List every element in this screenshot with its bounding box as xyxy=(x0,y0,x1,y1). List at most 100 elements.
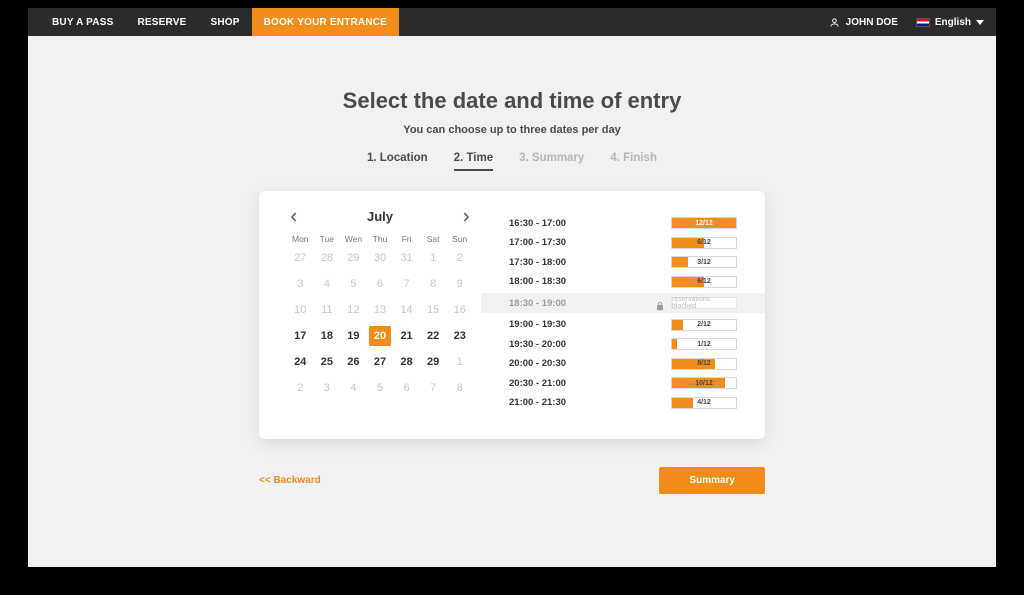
slot-time-label: 17:30 - 18:00 xyxy=(509,257,566,268)
time-slot: 19:00 - 19:30 2/12 xyxy=(509,317,737,333)
slot-availability-button[interactable]: 6/12 xyxy=(671,276,737,288)
calendar-day[interactable]: 29 xyxy=(422,352,444,372)
calendar-day: 7 xyxy=(396,274,418,294)
lock-icon xyxy=(655,298,665,308)
calendar-day: 8 xyxy=(422,274,444,294)
calendar-day: 4 xyxy=(316,274,338,294)
next-month-button[interactable] xyxy=(459,210,473,224)
dow-label: Wen xyxy=(340,234,367,244)
slot-availability-button[interactable]: 1/12 xyxy=(671,338,737,350)
slot-availability-label: 12/12 xyxy=(672,220,736,227)
slot-availability-button[interactable]: 4/12 xyxy=(671,397,737,409)
slot-availability-label: 3/12 xyxy=(672,259,736,266)
step-summary: 3. Summary xyxy=(519,152,584,171)
nav-item-book-your-entrance[interactable]: BOOK YOUR ENTRANCE xyxy=(252,8,399,36)
calendar-day[interactable]: 26 xyxy=(342,352,364,372)
calendar-day: 27 xyxy=(289,248,311,268)
back-button[interactable]: << Backward xyxy=(259,475,321,486)
calendar-day: 7 xyxy=(422,378,444,398)
page-title: Select the date and time of entry xyxy=(343,88,682,114)
time-slot: 17:00 - 17:30 6/12 xyxy=(509,235,737,251)
slot-time-label: 19:00 - 19:30 xyxy=(509,319,566,330)
time-slot: 18:00 - 18:30 6/12 xyxy=(509,274,737,290)
slot-availability-label: 8/12 xyxy=(672,360,736,367)
slot-availability-button[interactable]: 8/12 xyxy=(671,358,737,370)
calendar-day[interactable]: 19 xyxy=(342,326,364,346)
slot-availability-label: 4/12 xyxy=(672,399,736,406)
slot-time-label: 18:30 - 19:00 xyxy=(509,298,566,309)
summary-button[interactable]: Summary xyxy=(659,467,765,494)
calendar-day[interactable]: 25 xyxy=(316,352,338,372)
language-selector[interactable]: English xyxy=(916,17,984,28)
dow-label: Sat xyxy=(420,234,447,244)
calendar-day: 6 xyxy=(396,378,418,398)
slot-availability-label: 6/12 xyxy=(672,239,736,246)
slot-time-label: 17:00 - 17:30 xyxy=(509,237,566,248)
time-slot: 17:30 - 18:00 3/12 xyxy=(509,254,737,270)
step-location[interactable]: 1. Location xyxy=(367,152,428,171)
calendar-day: 9 xyxy=(449,274,471,294)
calendar-day: 31 xyxy=(396,248,418,268)
calendar: July MonTueWenThuFriSatSun 2728293031123… xyxy=(287,209,473,411)
top-nav: BUY A PASSRESERVESHOPBOOK YOUR ENTRANCE … xyxy=(28,8,996,36)
time-slot: 19:30 - 20:00 1/12 xyxy=(509,336,737,352)
calendar-day: 6 xyxy=(369,274,391,294)
nav-item-buy-a-pass[interactable]: BUY A PASS xyxy=(40,8,125,36)
calendar-day[interactable]: 18 xyxy=(316,326,338,346)
calendar-day[interactable]: 27 xyxy=(369,352,391,372)
page-subtitle: You can choose up to three dates per day xyxy=(403,124,620,136)
nav-item-shop[interactable]: SHOP xyxy=(198,8,251,36)
slot-blocked-label: reservations blocked xyxy=(671,297,737,309)
step-time[interactable]: 2. Time xyxy=(454,152,493,171)
calendar-day: 2 xyxy=(449,248,471,268)
slot-time-label: 16:30 - 17:00 xyxy=(509,218,566,229)
calendar-day[interactable]: 21 xyxy=(396,326,418,346)
calendar-day[interactable]: 28 xyxy=(396,352,418,372)
calendar-day: 5 xyxy=(369,378,391,398)
slot-time-label: 21:00 - 21:30 xyxy=(509,397,566,408)
calendar-day[interactable]: 24 xyxy=(289,352,311,372)
calendar-day: 29 xyxy=(342,248,364,268)
calendar-day: 11 xyxy=(316,300,338,320)
dow-label: Mon xyxy=(287,234,314,244)
calendar-day: 2 xyxy=(289,378,311,398)
nav-item-reserve[interactable]: RESERVE xyxy=(125,8,198,36)
booking-card: July MonTueWenThuFriSatSun 2728293031123… xyxy=(259,191,765,439)
slot-availability-button[interactable]: 10/12 xyxy=(671,377,737,389)
slot-availability-button[interactable]: 2/12 xyxy=(671,319,737,331)
time-slot: 16:30 - 17:00 12/12 xyxy=(509,215,737,231)
slot-time-label: 20:00 - 20:30 xyxy=(509,358,566,369)
calendar-day[interactable]: 20 xyxy=(369,326,391,346)
time-slot: 18:30 - 19:00 reservations blocked xyxy=(481,293,765,313)
calendar-day: 15 xyxy=(422,300,444,320)
slot-availability-label: 10/12 xyxy=(672,380,736,387)
calendar-day: 14 xyxy=(396,300,418,320)
slot-availability-button[interactable]: 6/12 xyxy=(671,237,737,249)
user-menu[interactable]: JOHN DOE xyxy=(829,17,898,28)
calendar-day: 13 xyxy=(369,300,391,320)
calendar-day[interactable]: 22 xyxy=(422,326,444,346)
slot-availability-label: 6/12 xyxy=(672,278,736,285)
slot-availability-button[interactable]: 12/12 xyxy=(671,217,737,229)
dow-label: Thu xyxy=(367,234,394,244)
prev-month-button[interactable] xyxy=(287,210,301,224)
wizard-steps: 1. Location2. Time3. Summary4. Finish xyxy=(367,152,657,171)
slot-availability-button[interactable]: 3/12 xyxy=(671,256,737,268)
dow-label: Tue xyxy=(314,234,341,244)
slot-time-label: 19:30 - 20:00 xyxy=(509,339,566,350)
slot-time-label: 18:00 - 18:30 xyxy=(509,276,566,287)
calendar-day[interactable]: 23 xyxy=(449,326,471,346)
slot-availability-label: 1/12 xyxy=(672,341,736,348)
dow-label: Sun xyxy=(446,234,473,244)
calendar-month: July xyxy=(367,209,393,224)
flag-icon xyxy=(916,18,930,27)
language-label: English xyxy=(935,17,971,28)
calendar-day: 10 xyxy=(289,300,311,320)
calendar-day: 3 xyxy=(289,274,311,294)
calendar-day: 30 xyxy=(369,248,391,268)
chevron-down-icon xyxy=(976,20,984,25)
calendar-day: 5 xyxy=(342,274,364,294)
calendar-day[interactable]: 17 xyxy=(289,326,311,346)
user-icon xyxy=(829,17,840,28)
calendar-day: 16 xyxy=(449,300,471,320)
